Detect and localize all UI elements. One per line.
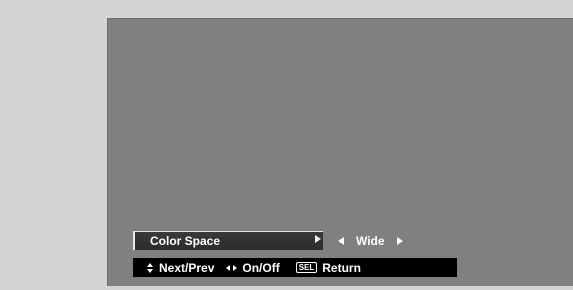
setting-label: Color Space: [150, 234, 221, 248]
setting-value: Wide: [356, 233, 385, 248]
video-screen: Color Space Wide Next/Prev On/Off SEL Re…: [107, 18, 573, 286]
sel-key-icon: SEL: [295, 262, 318, 273]
left-right-arrows-icon: [226, 264, 238, 271]
up-down-arrows-icon: [147, 262, 153, 273]
color-space-setting-row[interactable]: Color Space Wide: [133, 231, 443, 251]
hint-return: Return: [322, 260, 361, 275]
key-hint-bar: Next/Prev On/Off SEL Return: [133, 258, 457, 277]
triangle-right-icon: [315, 235, 321, 243]
setting-value-selector[interactable]: Wide: [338, 231, 403, 250]
hint-next-prev: Next/Prev: [159, 260, 215, 275]
setting-label-box[interactable]: Color Space: [133, 231, 323, 250]
hint-on-off: On/Off: [242, 260, 280, 275]
triangle-left-icon[interactable]: [338, 236, 344, 245]
triangle-right-icon[interactable]: [396, 236, 403, 245]
